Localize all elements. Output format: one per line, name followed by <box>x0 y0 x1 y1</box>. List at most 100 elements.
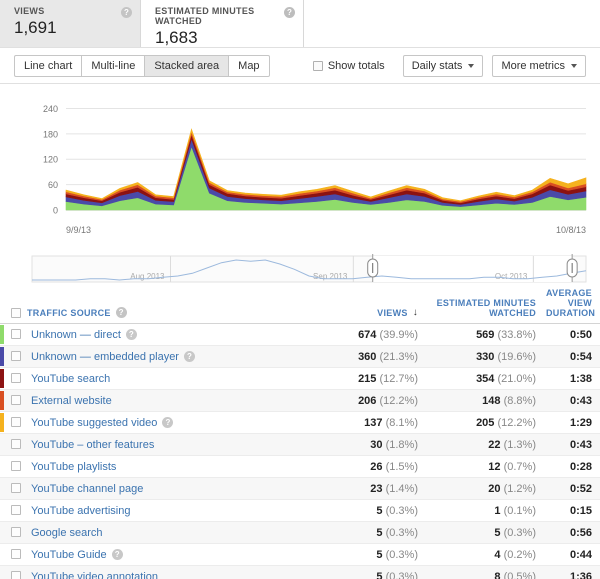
row-checkbox[interactable] <box>5 544 27 566</box>
row-checkbox[interactable] <box>5 500 27 522</box>
chart-type-line-chart[interactable]: Line chart <box>14 54 82 77</box>
header-views[interactable]: VIEWS ↓ <box>318 288 436 324</box>
checkbox-icon[interactable] <box>312 60 323 71</box>
chart-range-navigator[interactable]: Aug 2013 Sep 2013 Oct 2013 <box>0 254 600 288</box>
chart-type-multi-line[interactable]: Multi-line <box>81 54 145 77</box>
navigator-handle-right[interactable] <box>566 258 578 278</box>
traffic-source-link[interactable]: Google search <box>31 527 103 539</box>
help-icon[interactable]: ? <box>125 329 137 340</box>
row-traffic-source[interactable]: Unknown — direct? <box>27 324 318 346</box>
row-checkbox[interactable] <box>5 566 27 579</box>
row-traffic-source[interactable]: Unknown — embedded player? <box>27 346 318 368</box>
traffic-source-link[interactable]: YouTube Guide <box>31 549 107 561</box>
row-traffic-source[interactable]: YouTube Guide? <box>27 544 318 566</box>
help-icon[interactable]: ? <box>162 417 174 428</box>
checkbox-icon[interactable] <box>11 571 21 579</box>
table-row[interactable]: Unknown — direct? 674 (39.9%) 569 (33.8%) 0… <box>0 324 600 346</box>
header-estimated-minutes-watched[interactable]: ESTIMATED MINUTES WATCHED <box>436 288 546 324</box>
checkbox-icon[interactable] <box>11 461 21 472</box>
row-traffic-source[interactable]: YouTube suggested video? <box>27 412 318 434</box>
header-average-view-duration[interactable]: AVERAGE VIEW DURATION <box>546 288 600 324</box>
checkbox-icon[interactable] <box>11 549 21 560</box>
more-metrics-dropdown[interactable]: More metrics <box>492 54 586 77</box>
daily-stats-dropdown[interactable]: Daily stats <box>402 54 484 77</box>
checkbox-icon[interactable] <box>11 505 21 516</box>
metric-card-views[interactable]: VIEWS 1,691 ? <box>0 0 141 47</box>
row-traffic-source[interactable]: External website <box>27 390 318 412</box>
row-traffic-source[interactable]: Google search <box>27 522 318 544</box>
row-checkbox[interactable] <box>5 368 27 390</box>
checkbox-icon[interactable] <box>11 329 21 340</box>
metric-card-estimated-minutes-watched[interactable]: ESTIMATED MINUTES WATCHED 1,683 ? <box>141 0 304 47</box>
stacked-area-chart[interactable]: 0 60 120 180 240 9/9/13 10/8/13 <box>0 84 600 254</box>
help-icon[interactable]: ? <box>121 7 132 18</box>
table-row[interactable]: Google search 5 (0.3%) 5 (0.3%) 0:56 <box>0 521 600 544</box>
traffic-source-link[interactable]: YouTube video annotation <box>31 571 158 579</box>
row-traffic-source[interactable]: YouTube channel page <box>27 478 318 500</box>
help-icon[interactable]: ? <box>111 549 123 560</box>
row-checkbox[interactable] <box>5 346 27 368</box>
analytics-page: VIEWS 1,691 ? ESTIMATED MINUTES WATCHED … <box>0 0 600 579</box>
row-estimated-minutes: 5 (0.3%) <box>436 522 546 544</box>
row-checkbox[interactable] <box>5 324 27 346</box>
header-traffic-source[interactable]: TRAFFIC SOURCE ? <box>27 288 318 324</box>
chart-type-stacked-area[interactable]: Stacked area <box>144 54 229 77</box>
navigator-handle-left[interactable] <box>367 258 379 278</box>
table-row[interactable]: YouTube video annotation 5 (0.3%) 8 (0.5%)… <box>0 565 600 579</box>
row-traffic-source[interactable]: YouTube – other features <box>27 434 318 456</box>
row-estimated-minutes-value: 330 <box>476 350 495 363</box>
checkbox-icon[interactable] <box>11 351 21 362</box>
traffic-source-link[interactable]: External website <box>31 395 112 407</box>
table-row[interactable]: YouTube advertising 5 (0.3%) 1 (0.1%) 0:15 <box>0 500 600 522</box>
header-select-all[interactable] <box>5 288 27 324</box>
table-row[interactable]: YouTube suggested video? 137 (8.1%) 205 (1… <box>0 412 600 434</box>
row-estimated-minutes-percent: (12.2%) <box>494 416 536 429</box>
row-views-percent: (39.9%) <box>376 328 418 341</box>
row-checkbox[interactable] <box>5 412 27 434</box>
traffic-source-link[interactable]: Unknown — direct <box>31 329 121 341</box>
navigator-canvas[interactable]: Aug 2013 Sep 2013 Oct 2013 <box>0 254 600 288</box>
row-checkbox[interactable] <box>5 522 27 544</box>
traffic-source-link[interactable]: YouTube advertising <box>31 505 130 517</box>
metric-value: 1,691 <box>14 18 57 37</box>
checkbox-icon[interactable] <box>11 527 21 538</box>
checkbox-icon[interactable] <box>11 417 21 428</box>
traffic-source-link[interactable]: YouTube channel page <box>31 483 143 495</box>
help-icon[interactable]: ? <box>284 7 295 18</box>
row-checkbox[interactable] <box>5 478 27 500</box>
traffic-source-link[interactable]: YouTube suggested video <box>31 417 157 429</box>
row-traffic-source[interactable]: YouTube advertising <box>27 500 318 522</box>
table-row[interactable]: External website 206 (12.2%) 148 (8.8%) 0:4… <box>0 389 600 412</box>
checkbox-icon[interactable] <box>11 373 21 384</box>
help-icon[interactable]: ? <box>183 351 195 362</box>
table-header: TRAFFIC SOURCE ? VIEWS ↓ ESTIMATED MINUT… <box>0 288 600 324</box>
table-row[interactable]: YouTube Guide? 5 (0.3%) 4 (0.2%) 0:44 <box>0 544 600 566</box>
traffic-source-link[interactable]: Unknown — embedded player <box>31 351 179 363</box>
select-all-checkbox-icon[interactable] <box>11 308 21 318</box>
checkbox-icon[interactable] <box>11 395 21 406</box>
row-estimated-minutes: 8 (0.5%) <box>436 566 546 579</box>
row-traffic-source[interactable]: YouTube video annotation <box>27 566 318 579</box>
traffic-source-link[interactable]: YouTube – other features <box>31 439 154 451</box>
help-icon[interactable]: ? <box>115 307 127 318</box>
row-estimated-minutes-value: 569 <box>476 328 495 341</box>
row-checkbox[interactable] <box>5 390 27 412</box>
show-totals-checkbox[interactable]: Show totals <box>312 60 385 72</box>
table-row[interactable]: YouTube – other features 30 (1.8%) 22 (1.3… <box>0 433 600 456</box>
table-row[interactable]: YouTube channel page 23 (1.4%) 20 (1.2%) 0:… <box>0 477 600 500</box>
table-row[interactable]: YouTube search 215 (12.7%) 354 (21.0%) 1:38 <box>0 368 600 390</box>
table-row[interactable]: YouTube playlists 26 (1.5%) 12 (0.7%) 0:28 <box>0 456 600 478</box>
traffic-source-link[interactable]: YouTube search <box>31 373 110 385</box>
row-checkbox[interactable] <box>5 434 27 456</box>
table-row[interactable]: Unknown — embedded player? 360 (21.3%) 330… <box>0 345 600 368</box>
row-average-view-duration: 0:28 <box>569 460 592 473</box>
checkbox-icon[interactable] <box>11 483 21 494</box>
checkbox-icon[interactable] <box>11 439 21 450</box>
navigator-month-label: Oct 2013 <box>495 272 528 281</box>
row-traffic-source[interactable]: YouTube playlists <box>27 456 318 478</box>
traffic-source-link[interactable]: YouTube playlists <box>31 461 116 473</box>
row-checkbox[interactable] <box>5 456 27 478</box>
row-traffic-source[interactable]: YouTube search <box>27 368 318 390</box>
chart-type-map[interactable]: Map <box>228 54 270 77</box>
chart-type-button-group: Line chart Multi-line Stacked area Map <box>14 54 270 77</box>
